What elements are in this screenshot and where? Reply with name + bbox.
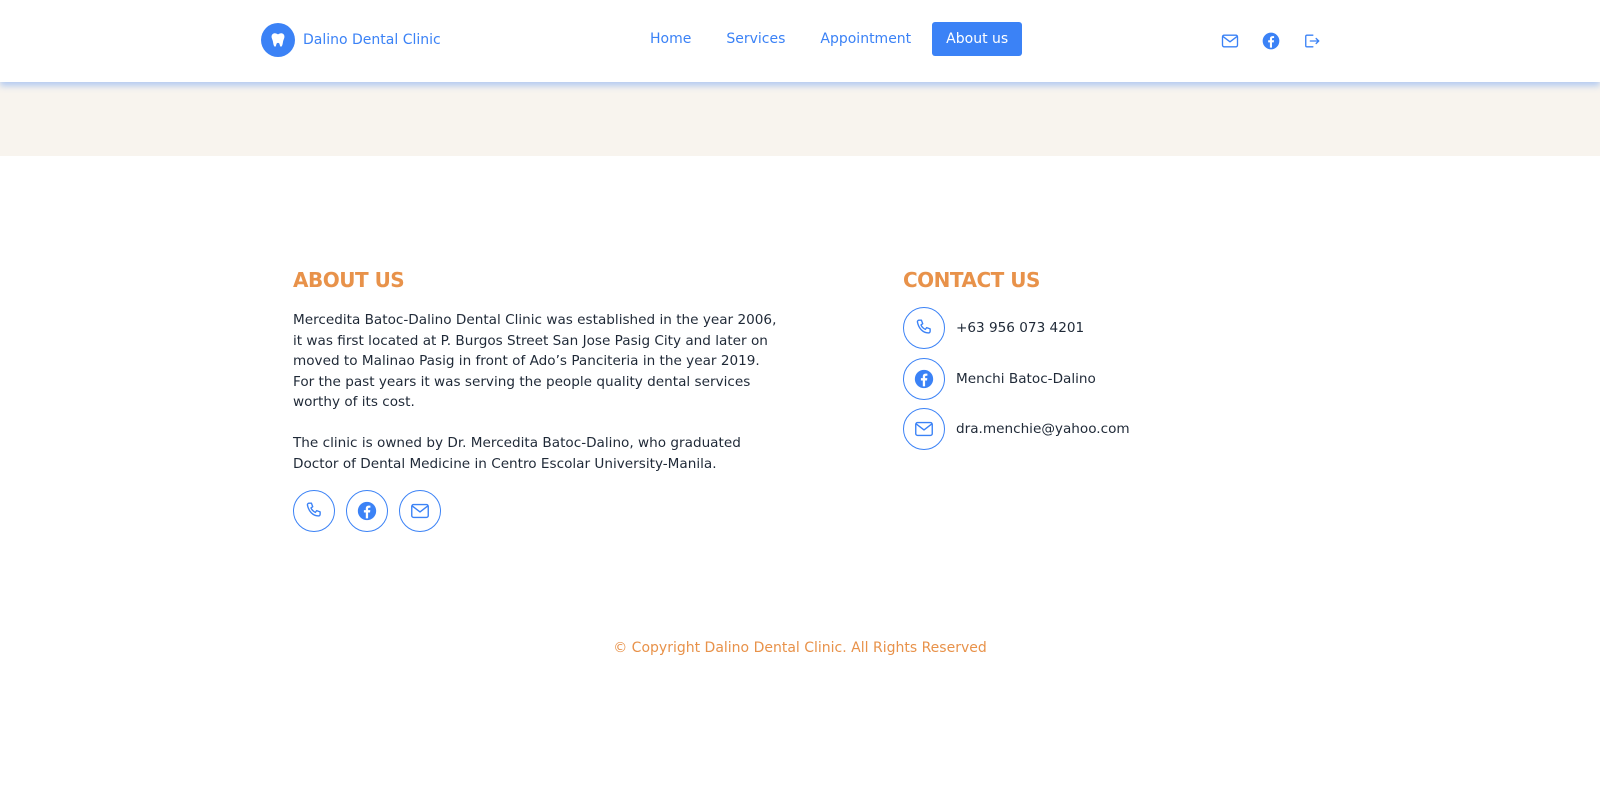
facebook-icon[interactable] [1259,29,1283,53]
contact-phone-text: +63 956 073 4201 [956,320,1085,336]
about-title: ABOUT US [293,268,405,292]
contact-item-email: dra.menchie@yahoo.com [903,408,1303,450]
tooth-icon [261,23,295,57]
contact-list: +63 956 073 4201 Menchi Batoc-Dalino dra… [903,307,1303,450]
about-paragraph: Mercedita Batoc-Dalino Dental Clinic was… [293,312,777,411]
brand-name: Dalino Dental Clinic [303,32,441,48]
facebook-icon[interactable] [903,357,945,400]
hero-banner [0,82,1600,156]
facebook-icon[interactable] [346,490,388,533]
contact-section: CONTACT US +63 956 073 4201 Menchi Batoc… [903,268,1303,459]
nav-link-services[interactable]: Services [712,22,799,56]
main-nav: Home Services Appointment About us [636,22,1029,56]
nav-icons [1218,29,1341,53]
top-navbar: Dalino Dental Clinic Home Services Appoi… [0,0,1600,82]
mail-icon[interactable] [903,408,945,450]
footer-copyright: © Copyright Dalino Dental Clinic. All Ri… [613,640,987,656]
nav-link-about-us[interactable]: About us [932,22,1023,56]
brand[interactable]: Dalino Dental Clinic [261,23,441,57]
nav-link-appointment[interactable]: Appointment [806,22,925,56]
contact-email-text: dra.menchie@yahoo.com [956,421,1130,437]
phone-icon[interactable] [903,307,945,349]
logout-icon[interactable] [1300,29,1324,53]
contact-item-facebook: Menchi Batoc-Dalino [903,357,1303,400]
about-paragraph: The clinic is owned by Dr. Mercedita Bat… [293,434,741,472]
contact-title: CONTACT US [903,268,1040,292]
phone-icon[interactable] [293,490,335,533]
contact-facebook-text: Menchi Batoc-Dalino [956,370,1096,387]
about-social-row [293,490,793,533]
mail-icon[interactable] [1218,29,1242,53]
nav-link-home[interactable]: Home [636,22,705,56]
mail-icon[interactable] [399,490,441,533]
about-section: ABOUT US Mercedita Batoc-Dalino Dental C… [293,268,793,533]
contact-item-phone: +63 956 073 4201 [903,307,1303,349]
